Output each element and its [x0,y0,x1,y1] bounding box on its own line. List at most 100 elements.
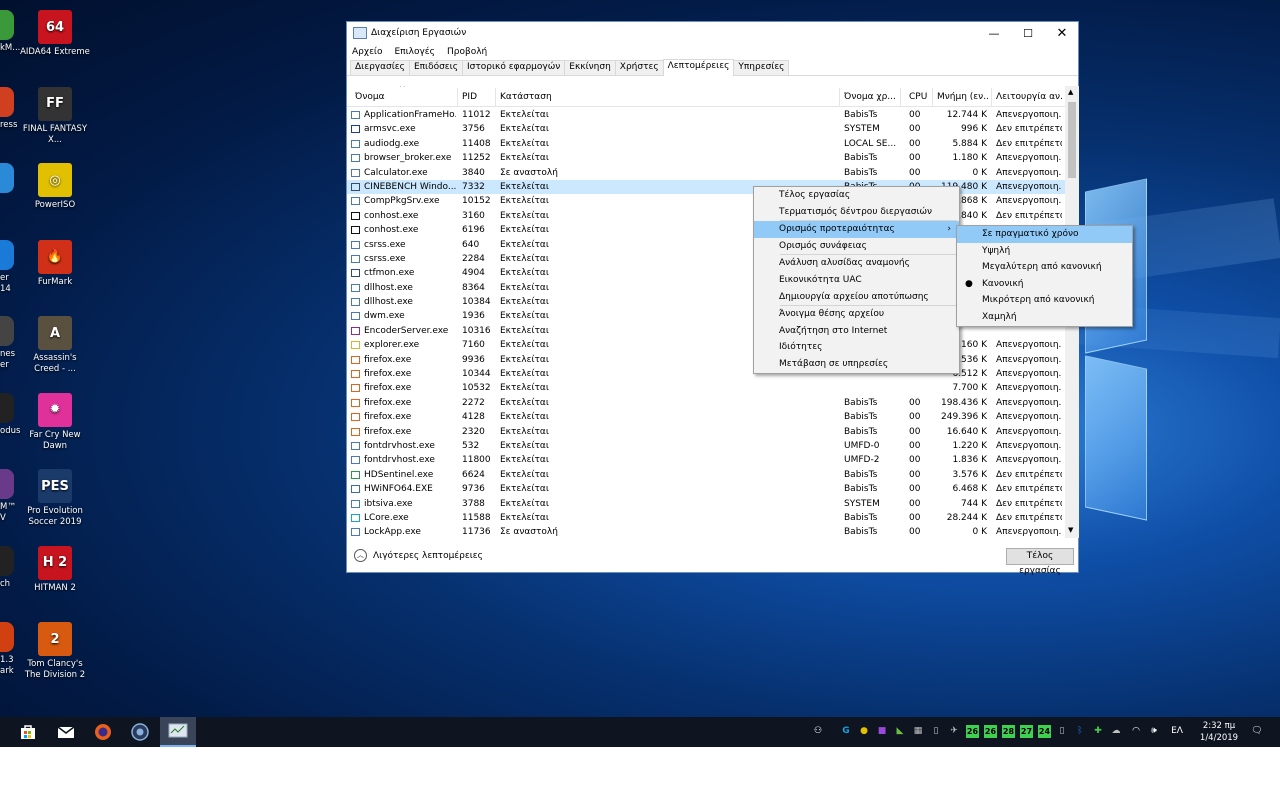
table-row[interactable]: firefox.exe 2320 Εκτελείται BabisTs 00 16.640… [347,425,1065,439]
tab-3[interactable]: Ιστορικό εφαρμογών [462,60,566,75]
priority-option[interactable]: ● Κανονική [957,276,1132,293]
security-tray-icon[interactable]: ✚ [1092,725,1104,737]
people-icon[interactable]: ⚇ [812,725,824,737]
desktop-icon-partial[interactable]: ch [0,545,22,590]
temperature-tray-icon[interactable]: 26 [966,725,979,738]
col-status[interactable]: Κατάσταση [500,92,600,102]
store-icon[interactable] [18,722,38,742]
table-row[interactable]: HWiNFO64.EXE 9736 Εκτελείται BabisTs 00 6.468… [347,482,1065,496]
context-menu-item[interactable]: Μετάβαση σε υπηρεσίες [754,356,959,373]
col-memory[interactable]: Μνήμη (εν... [937,92,989,102]
shield-icon[interactable]: ✈ [948,725,960,737]
context-menu-item[interactable]: Τέλος εργασίας [754,187,959,204]
mail-icon[interactable] [56,722,76,742]
minimize-button[interactable]: — [977,22,1011,44]
temperature-tray-icon[interactable]: 24 [1038,725,1051,738]
table-row[interactable]: Calculator.exe 3840 Σε αναστολή BabisTs 00 0 … [347,166,1065,180]
menu-options[interactable]: Επιλογές [395,47,435,57]
tab-2[interactable]: Επιδόσεις [408,60,463,75]
task-manager-taskbar-button[interactable] [160,717,196,747]
tab-5[interactable]: Χρήστες [614,60,664,75]
table-row[interactable]: armsvc.exe 3756 Εκτελείται SYSTEM 00 996 K Δεν… [347,122,1065,136]
encoder-tray-icon[interactable]: ■ [876,725,888,737]
desktop-icon[interactable]: 64 AIDA64 Extreme [20,10,90,58]
desktop-icon[interactable]: A Assassin's Creed - ... [20,316,90,375]
context-menu-item[interactable]: Ιδιότητες [754,339,959,356]
hwinfo-tray-icon[interactable]: ▦ [912,725,924,737]
maximize-button[interactable]: ☐ [1011,22,1045,44]
close-button[interactable]: ✕ [1045,22,1079,44]
desktop-icon[interactable]: FF FINAL FANTASY X... [20,86,90,146]
context-menu-item[interactable]: Άνοιγμα θέσης αρχείου [754,306,959,323]
desktop-icon-partial[interactable]: er 14 [0,239,22,295]
desktop-icon[interactable]: PES Pro Evolution Soccer 2019 [20,469,90,528]
scroll-down-icon[interactable]: ▼ [1068,526,1073,534]
context-menu-item[interactable]: Αναζήτηση στο Internet [754,323,959,340]
col-pid[interactable]: PID [462,92,492,102]
firefox-icon[interactable] [93,722,113,742]
tab-1[interactable]: Διεργασίες [350,60,410,75]
context-menu-item[interactable]: Τερματισμός δέντρου διεργασιών [754,204,959,221]
table-row[interactable]: firefox.exe 10532 Εκτελείται 7.700 K Απενεργ… [347,381,1065,395]
device-tray-icon[interactable]: ▯ [930,725,942,737]
end-task-button[interactable]: Τέλος εργασίας [1006,548,1074,576]
temperature-tray-icon[interactable]: 27 [1020,725,1033,738]
table-row[interactable]: fontdrvhost.exe 11800 Εκτελείται UMFD-2 00 1.… [347,453,1065,467]
temperature-tray-icon[interactable]: 26 [984,725,997,738]
table-row[interactable]: ibtsiva.exe 3788 Εκτελείται SYSTEM 00 744 K Δε… [347,497,1065,511]
table-row[interactable]: browser_broker.exe 11252 Εκτελείται BabisTs… [347,151,1065,165]
language-indicator[interactable]: ΕΛ [1168,725,1186,737]
table-row[interactable]: ApplicationFrameHo... 11012 Εκτελείται Babi… [347,108,1065,122]
desktop-icon[interactable]: ◎ PowerISO [20,163,90,211]
priority-option[interactable]: Σε πραγματικό χρόνο [957,226,1132,243]
desktop-icon[interactable]: 🔥 FurMark [20,239,90,288]
menu-view[interactable]: Προβολή [447,47,487,57]
clock[interactable]: 2:32 πμ 1/4/2019 [1192,720,1246,744]
scroll-up-icon[interactable]: ▲ [1068,88,1073,96]
nvidia-icon[interactable]: ◣ [894,725,906,737]
scrollbar-thumb[interactable] [1068,102,1076,178]
tab-7[interactable]: Υπηρεσίες [733,60,790,75]
col-uac[interactable]: Λειτουργία αν... [996,92,1062,102]
desktop-icon-partial[interactable]: kM... [0,10,22,54]
table-row[interactable]: fontdrvhost.exe 532 Εκτελείται UMFD-0 00 1.22… [347,439,1065,453]
context-menu-item[interactable]: Ορισμός προτεραιότητας › [754,221,959,238]
col-user[interactable]: Όνομα χρ... [844,92,897,102]
desktop-icon[interactable]: 2 Tom Clancy's The Division 2 [20,622,90,681]
desktop-icon-partial[interactable]: odus [0,392,22,437]
volume-icon[interactable]: 🕪 [1148,725,1160,737]
table-row[interactable]: HDSentinel.exe 6624 Εκτελείται BabisTs 00 3.5… [347,468,1065,482]
desktop-icon-partial[interactable]: nes er [0,316,22,371]
notifications-icon[interactable]: 🗨 [1250,725,1264,737]
table-row[interactable]: LCore.exe 11588 Εκτελείται BabisTs 00 28.244 … [347,511,1065,525]
table-row[interactable]: LockApp.exe 11736 Σε αναστολή BabisTs 00 0 K Α… [347,525,1065,538]
battery-icon[interactable]: ▯ [1056,725,1068,737]
fewer-details-link[interactable]: ︿ Λιγότερες λεπτομέρειες [354,549,483,562]
priority-option[interactable]: Μικρότερη από κανονική [957,292,1132,309]
desktop-icon-partial[interactable]: ress [0,86,22,131]
onedrive-icon[interactable]: ☁ [1110,725,1122,737]
context-menu-item[interactable]: Ανάλυση αλυσίδας αναμονής [754,255,959,272]
context-menu-item[interactable]: Εικονικότητα UAC [754,272,959,289]
priority-option[interactable]: Μεγαλύτερη από κανονική [957,259,1132,276]
cinebench-icon[interactable] [130,722,150,742]
tab-6[interactable]: Λεπτομέρειες [662,59,735,76]
context-menu-item[interactable]: Ορισμός συνάφειας [754,238,959,255]
priority-option[interactable]: Υψηλή [957,243,1132,260]
table-row[interactable]: audiodg.exe 11408 Εκτελείται LOCAL SE... 00 5… [347,137,1065,151]
priority-option[interactable]: Χαμηλή [957,309,1132,326]
network-icon[interactable]: ◠ [1130,725,1142,737]
tab-4[interactable]: Εκκίνηση [564,60,616,75]
desktop-icon-partial[interactable]: 1.3 ark [0,622,22,677]
desktop-icon-partial[interactable]: M™ V [0,469,22,524]
desktop-icon-partial[interactable] [0,163,22,196]
desktop-icon[interactable]: H 2 HITMAN 2 [20,545,90,594]
context-menu-item[interactable]: Δημιουργία αρχείου αποτύπωσης [754,289,959,306]
desktop-icon[interactable]: ✹ Far Cry New Dawn [20,392,90,452]
table-row[interactable]: firefox.exe 2272 Εκτελείται BabisTs 00 198.43… [347,396,1065,410]
col-cpu[interactable]: CPU [909,92,931,102]
logitech-icon[interactable]: G [840,725,852,737]
temperature-tray-icon[interactable]: 28 [1002,725,1015,738]
bluetooth-icon[interactable]: ᛒ [1074,725,1086,737]
menu-file[interactable]: Αρχείο [352,47,383,57]
